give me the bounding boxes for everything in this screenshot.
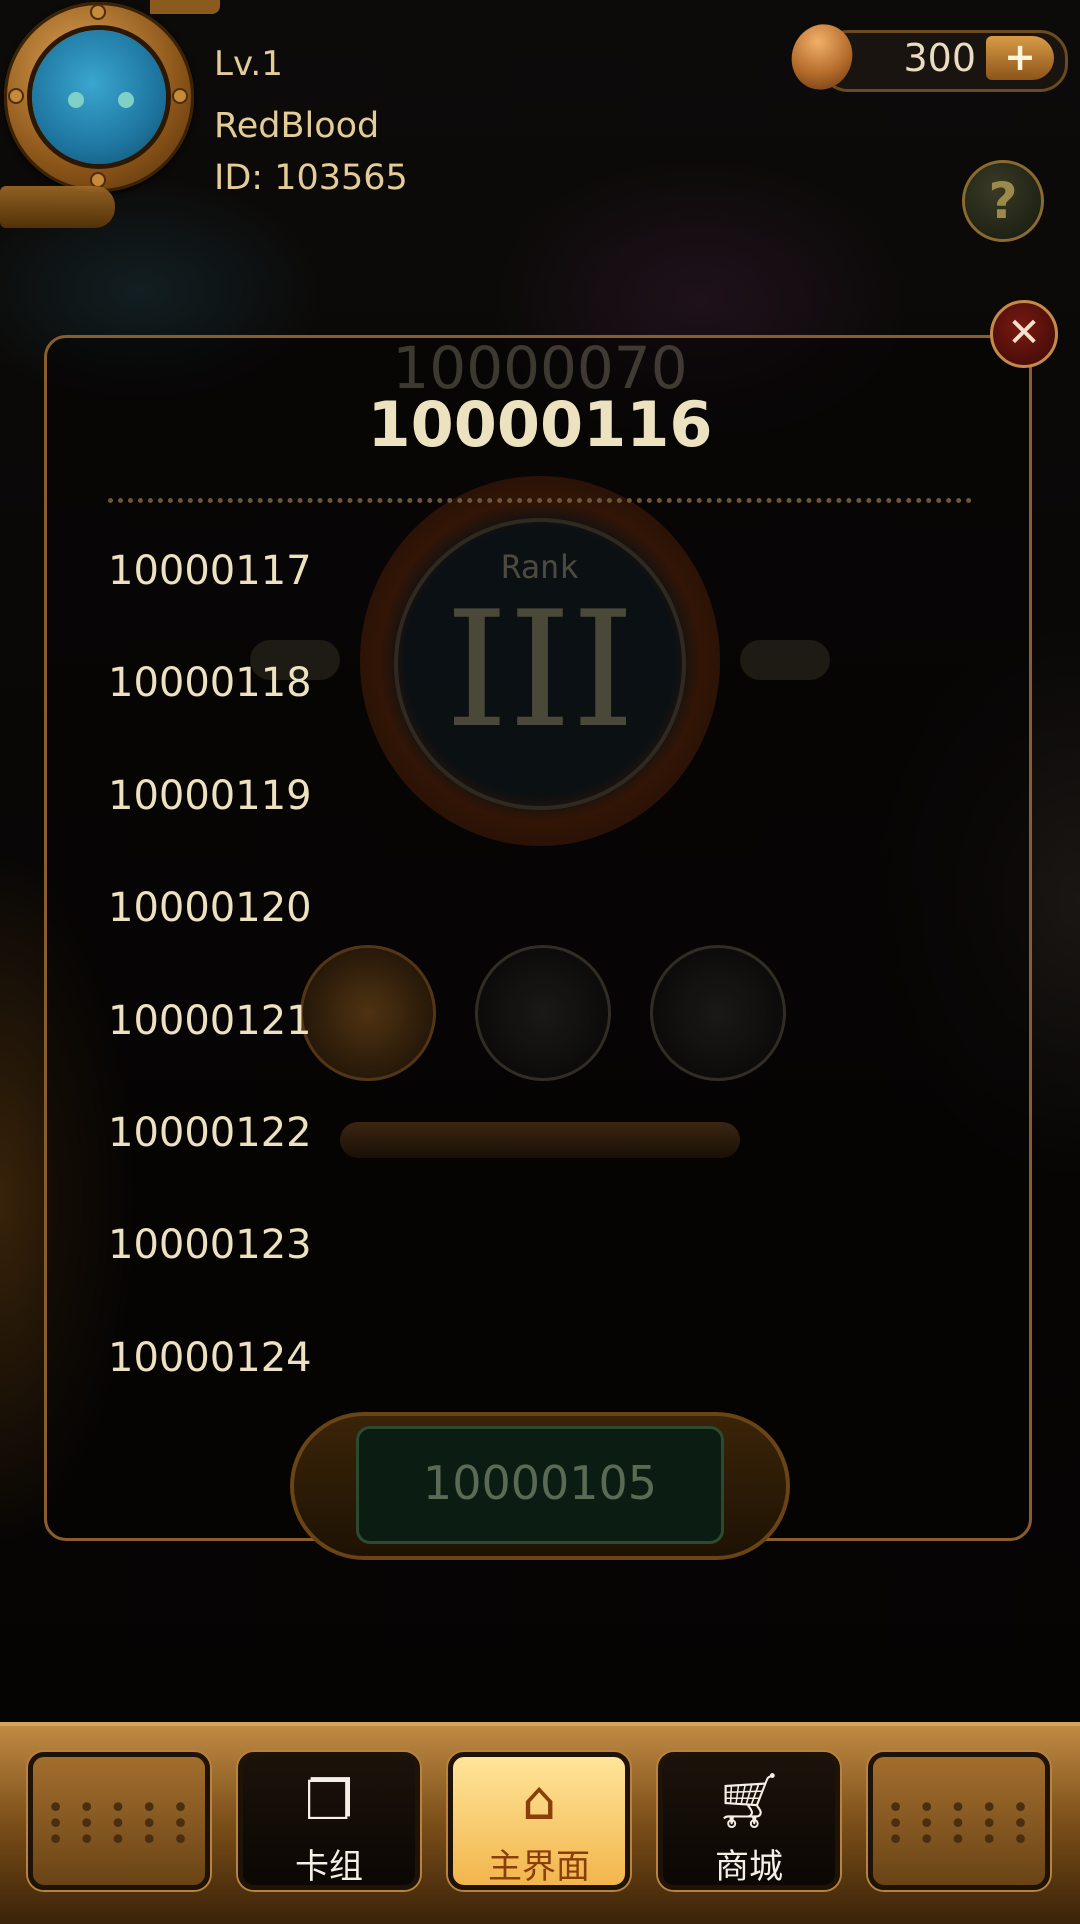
nav-item-locked-left[interactable]: • • • • • • • • • • • • • • • [28,1752,210,1890]
nav-label: 主界面 [488,1847,590,1887]
cart-icon: 🛒︎ [714,1769,784,1832]
add-currency-button[interactable]: + [986,36,1054,80]
list-item[interactable]: 10000118 [108,660,312,772]
close-button[interactable]: ✕ [990,300,1058,368]
nav-item-deck[interactable]: ❐ 卡组 [238,1752,420,1890]
list-item[interactable]: 10000122 [108,1110,312,1222]
avatar-frame [4,2,194,192]
help-button[interactable]: ? [962,160,1044,242]
emblem-connector [740,640,830,680]
list-item[interactable]: 10000117 [108,548,312,660]
player-id: ID: 103565 [214,158,408,198]
rivet-icon [10,90,22,102]
avatar-eye [118,92,134,108]
bulb-icon [650,945,786,1081]
currency-amount: 300 [903,36,976,80]
avatar-eye [68,92,84,108]
nav-label: 卡组 [295,1847,363,1887]
number-list: 10000117 10000118 10000119 10000120 1000… [108,548,312,1447]
bulb-icon [300,945,436,1081]
dots-icon: • • • • • • • • • • • • • • • [46,1791,192,1858]
dots-icon: • • • • • • • • • • • • • • • [886,1791,1032,1858]
avatar [32,30,166,164]
rank-numeral: III [445,576,635,763]
nav-item-shop[interactable]: 🛒︎ 商城 [658,1752,840,1890]
list-item[interactable]: 10000121 [108,998,312,1110]
list-item[interactable]: 10000120 [108,885,312,997]
decor-pipe [150,0,220,14]
home-icon: ⌂ [521,1769,557,1832]
player-name: RedBlood [214,106,380,146]
rivet-icon [174,90,186,102]
player-avatar-button[interactable] [0,0,220,240]
nav-item-home[interactable]: ⌂ 主界面 [448,1752,630,1890]
list-item[interactable]: 10000124 [108,1335,312,1447]
list-item[interactable]: 10000119 [108,773,312,885]
decor-pipe [0,186,115,228]
selected-number[interactable]: 10000116 [0,388,1080,461]
nav-item-locked-right[interactable]: • • • • • • • • • • • • • • • [868,1752,1050,1890]
cards-icon: ❐ [304,1769,354,1832]
nav-label: 商城 [715,1847,783,1887]
rivet-icon [92,6,104,18]
list-item[interactable]: 10000123 [108,1222,312,1334]
dotted-divider [108,498,972,503]
player-level: Lv.1 [214,44,283,84]
bulb-pipe [340,1122,740,1158]
rivet-icon [92,174,104,186]
confirm-slot-number: 10000105 [422,1456,658,1510]
bulb-icon [475,945,611,1081]
